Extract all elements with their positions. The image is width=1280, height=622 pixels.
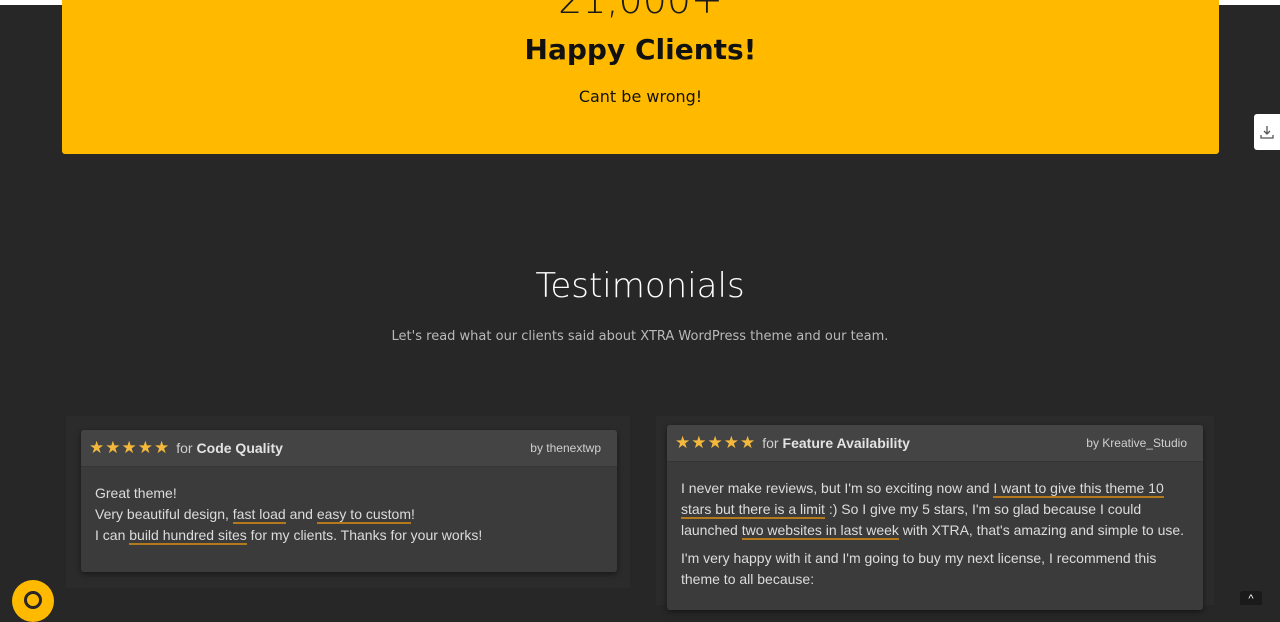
rating-category: Code Quality xyxy=(196,440,283,456)
testimonials-subtitle: Let's read what our clients said about X… xyxy=(391,329,889,344)
testimonial-line: Great theme! xyxy=(95,485,177,501)
highlighted-phrase: two websites in last week xyxy=(741,522,899,540)
chevron-up-icon: ^ xyxy=(1248,593,1254,605)
star-rating: ★★★★★ xyxy=(89,438,171,457)
testimonial-card: ★★★★★ for Feature Availability by Kreati… xyxy=(667,425,1203,610)
testimonial-card: ★★★★★ for Code Quality by thenextwp Grea… xyxy=(81,430,617,572)
star-rating: ★★★★★ xyxy=(675,433,757,452)
testimonial-paragraph: I'm very happy with it and I'm going to … xyxy=(681,550,1157,587)
testimonial-text: Great theme! Very beautiful design, fast… xyxy=(81,467,617,562)
side-download-button[interactable] xyxy=(1254,114,1280,150)
highlighted-phrase: build hundred sites xyxy=(129,527,247,545)
rating-category: Feature Availability xyxy=(782,435,910,451)
testimonial-author: by thenextwp xyxy=(530,441,601,455)
testimonial-header: ★★★★★ for Feature Availability by Kreati… xyxy=(667,425,1203,462)
testimonial-paragraph: I never make reviews, but I'm so excitin… xyxy=(681,480,1185,540)
testimonial-text: I never make reviews, but I'm so excitin… xyxy=(667,462,1203,610)
testimonial-line: Very beautiful design, fast load and eas… xyxy=(95,506,415,524)
testimonial-author: by Kreative_Studio xyxy=(1086,436,1187,450)
for-label: for xyxy=(762,435,779,451)
scroll-top-button[interactable]: ^ xyxy=(1240,591,1262,605)
chat-icon[interactable] xyxy=(12,580,54,622)
for-label: for xyxy=(176,440,193,456)
hero-title: Happy Clients! xyxy=(524,33,757,66)
testimonials-title: Testimonials xyxy=(535,266,745,306)
testimonial-line: I can build hundred sites for my clients… xyxy=(95,527,483,545)
happy-clients-banner: 21,000+ Happy Clients! Cant be wrong! xyxy=(62,0,1219,154)
highlighted-phrase: fast load xyxy=(232,506,286,524)
highlighted-phrase: easy to custom xyxy=(316,506,411,524)
download-icon xyxy=(1260,126,1274,139)
clients-counter: 21,000+ xyxy=(558,0,723,22)
hero-subtitle: Cant be wrong! xyxy=(578,87,703,106)
testimonial-header: ★★★★★ for Code Quality by thenextwp xyxy=(81,430,617,467)
